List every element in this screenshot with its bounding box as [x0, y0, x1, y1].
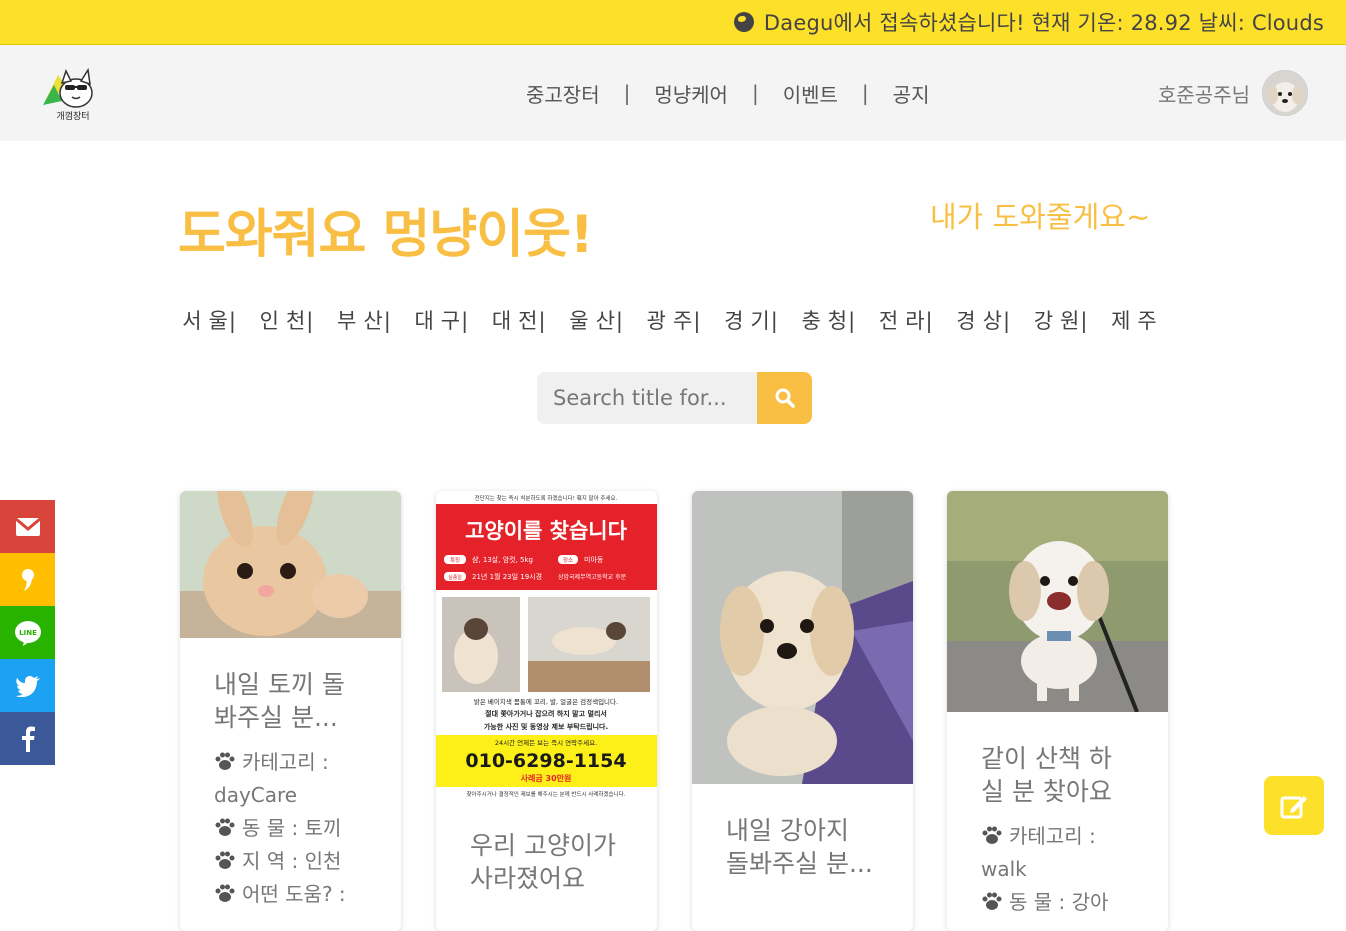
post-title[interactable]: 우리 고양이가 사라졌어요 — [470, 829, 623, 895]
poster-phone: 010-6298-1154 — [465, 750, 626, 772]
paw-icon — [982, 826, 1002, 844]
post-image-walk-dog[interactable] — [947, 491, 1168, 712]
region-filter: 서울| 인천| 부산| 대구| 대전| 울산| 광주| 경기| 충청| 전라| … — [182, 309, 1164, 333]
meta-animal: 동 물 : 토끼 — [214, 812, 367, 845]
post-title[interactable]: 내일 강아지 돌봐주실 분... — [726, 814, 879, 880]
paw-icon — [215, 818, 235, 836]
post-meta: 카테고리 : walk 동 물 : 강아 — [981, 820, 1134, 919]
twitter-icon — [15, 675, 40, 697]
region-daegu[interactable]: 대구 — [414, 309, 467, 333]
svg-text:실종일: 실종일 — [448, 574, 462, 581]
nav-separator: | — [623, 81, 631, 105]
social-share-bar: LINE — [0, 500, 55, 765]
main-menu: 중고장터 | 멍냥케어 | 이벤트 | 공지 — [520, 45, 935, 141]
paw-icon — [982, 892, 1002, 910]
lost-cat-poster: 전단지는 찾는 즉시 처분하도록 하겠습니다! 훼지 말아 주세요. 고양이를 … — [436, 491, 657, 801]
search-button[interactable] — [757, 372, 812, 424]
search-input[interactable] — [537, 372, 757, 424]
navbar: 개껌장터 중고장터 | 멍냥케어 | 이벤트 | 공지 호준공주님 — [0, 45, 1346, 141]
weather-text: Daegu에서 접속하셨습니다! 현재 기온: 28.92 날씨: Clouds — [763, 11, 1324, 35]
paw-icon — [215, 752, 235, 770]
rabbit-photo — [180, 491, 401, 638]
svg-text:가능한 사진 및 동영상 제보 부탁드립니다.: 가능한 사진 및 동영상 제보 부탁드립니다. — [484, 722, 608, 731]
edit-icon — [1280, 795, 1307, 818]
gmail-icon — [14, 517, 41, 536]
region-jeju[interactable]: 제주 — [1111, 309, 1164, 333]
region-busan[interactable]: 부산 — [337, 309, 390, 333]
svg-text:샴, 13살, 암컷, 5kg: 샴, 13살, 암컷, 5kg — [472, 555, 533, 564]
svg-text:21년 1월 23일 19시경: 21년 1월 23일 19시경 — [472, 572, 542, 581]
region-incheon[interactable]: 인천 — [260, 309, 313, 333]
nav-item-petcare[interactable]: 멍냥케어 — [648, 79, 734, 108]
region-gyeongsang[interactable]: 경상 — [956, 309, 1009, 333]
paw-icon — [215, 851, 235, 869]
search-icon — [775, 388, 795, 408]
post-title[interactable]: 같이 산책 하실 분 찾아요 — [981, 742, 1134, 808]
meta-help: 어떤 도움? : — [214, 878, 367, 911]
nav-separator: | — [861, 81, 869, 105]
svg-text:24시간 언제든 보는 즉시 연락주세요.: 24시간 언제든 보는 즉시 연락주세요. — [495, 738, 597, 747]
poster-header: 전단지는 찾는 즉시 처분하도록 하겠습니다! 훼지 말아 주세요. — [475, 494, 618, 502]
logo-text: 개껌장터 — [56, 110, 89, 122]
page-title: 도와줘요 멍냥이웃! — [178, 205, 594, 265]
dog-walk-photo — [947, 491, 1168, 712]
nav-item-market[interactable]: 중고장터 — [520, 79, 606, 108]
post-card[interactable]: 같이 산책 하실 분 찾아요 카테고리 : walk 동 물 : 강아 — [947, 491, 1168, 931]
nav-separator: | — [751, 81, 759, 105]
region-jeolla[interactable]: 전라 — [879, 309, 932, 333]
meta-animal: 동 물 : 강아 — [981, 886, 1134, 919]
region-gwangju[interactable]: 광주 — [647, 309, 700, 333]
kakao-icon — [21, 568, 34, 591]
region-gyeonggi[interactable]: 경기 — [724, 309, 777, 333]
line-share-button[interactable]: LINE — [0, 606, 55, 659]
svg-text:장소: 장소 — [563, 557, 573, 564]
gmail-share-button[interactable] — [0, 500, 55, 553]
nav-item-notice[interactable]: 공지 — [887, 79, 936, 108]
region-chungcheong[interactable]: 충청 — [801, 309, 854, 333]
post-card[interactable]: 내일 강아지 돌봐주실 분... — [692, 491, 913, 931]
facebook-share-button[interactable] — [0, 712, 55, 765]
region-ulsan[interactable]: 울산 — [569, 309, 622, 333]
dog-avatar-icon — [1263, 71, 1307, 115]
post-card[interactable]: 전단지는 찾는 즉시 처분하도록 하겠습니다! 훼지 말아 주세요. 고양이를 … — [436, 491, 657, 931]
region-gangwon[interactable]: 강원 — [1034, 309, 1087, 333]
svg-text:LINE: LINE — [19, 629, 37, 637]
facebook-icon — [21, 726, 35, 752]
meta-category: 카테고리 : walk — [981, 824, 1096, 881]
svg-text:미아동: 미아동 — [584, 555, 604, 564]
post-meta: 카테고리 : dayCare 동 물 : 토끼 지 역 : 인천 어떤 도움? … — [214, 746, 367, 911]
search-bar — [537, 372, 812, 424]
site-logo[interactable]: 개껌장터 — [38, 55, 108, 125]
meta-region: 지 역 : 인천 — [214, 845, 367, 878]
post-image-puppy[interactable] — [692, 491, 913, 784]
kakao-share-button[interactable] — [0, 553, 55, 606]
paw-icon — [215, 884, 235, 902]
user-menu[interactable]: 호준공주님 — [1158, 69, 1308, 117]
region-daejeon[interactable]: 대전 — [492, 309, 545, 333]
region-seoul[interactable]: 서울 — [182, 309, 235, 333]
svg-text:사례금 30만원: 사례금 30만원 — [521, 773, 572, 783]
twitter-share-button[interactable] — [0, 659, 55, 712]
puppy-photo — [692, 491, 913, 784]
poster-title: 고양이를 찾습니다 — [465, 519, 628, 543]
post-image-rabbit[interactable] — [180, 491, 401, 638]
svg-text:절대 쫓아가거나 잡으려 하지 말고 멀리서: 절대 쫓아가거나 잡으려 하지 말고 멀리서 — [485, 709, 607, 718]
globe-icon — [733, 12, 754, 32]
post-card[interactable]: 내일 토끼 돌봐주실 분... 카테고리 : dayCare 동 물 : 토끼 … — [180, 491, 401, 931]
svg-text:찾아주시거나 결정적인 제보를 해주시는 분께 반드시 사례: 찾아주시거나 결정적인 제보를 해주시는 분께 반드시 사례하겠습니다. — [467, 790, 626, 798]
cat-logo-icon: 개껌장터 — [43, 67, 93, 122]
meta-category: 카테고리 : dayCare — [214, 750, 329, 807]
write-post-button[interactable] — [1264, 776, 1324, 835]
line-icon: LINE — [14, 620, 41, 646]
svg-text:상암국제무역고등학교 후문: 상암국제무역고등학교 후문 — [558, 573, 627, 581]
post-title[interactable]: 내일 토끼 돌봐주실 분... — [214, 668, 367, 734]
user-name[interactable]: 호준공주님 — [1158, 79, 1250, 108]
help-link[interactable]: 내가 도와줄게요~ — [930, 194, 1150, 236]
svg-text:밝은 베이지색 몸통에 꼬리, 발, 얼굴은 검정색입니다.: 밝은 베이지색 몸통에 꼬리, 발, 얼굴은 검정색입니다. — [474, 697, 618, 706]
post-image-lost-cat-poster[interactable]: 전단지는 찾는 즉시 처분하도록 하겠습니다! 훼지 말아 주세요. 고양이를 … — [436, 491, 657, 801]
nav-item-event[interactable]: 이벤트 — [777, 79, 844, 108]
user-avatar[interactable] — [1262, 70, 1308, 116]
svg-text:특징: 특징 — [450, 557, 460, 564]
weather-banner: Daegu에서 접속하셨습니다! 현재 기온: 28.92 날씨: Clouds — [0, 0, 1346, 45]
